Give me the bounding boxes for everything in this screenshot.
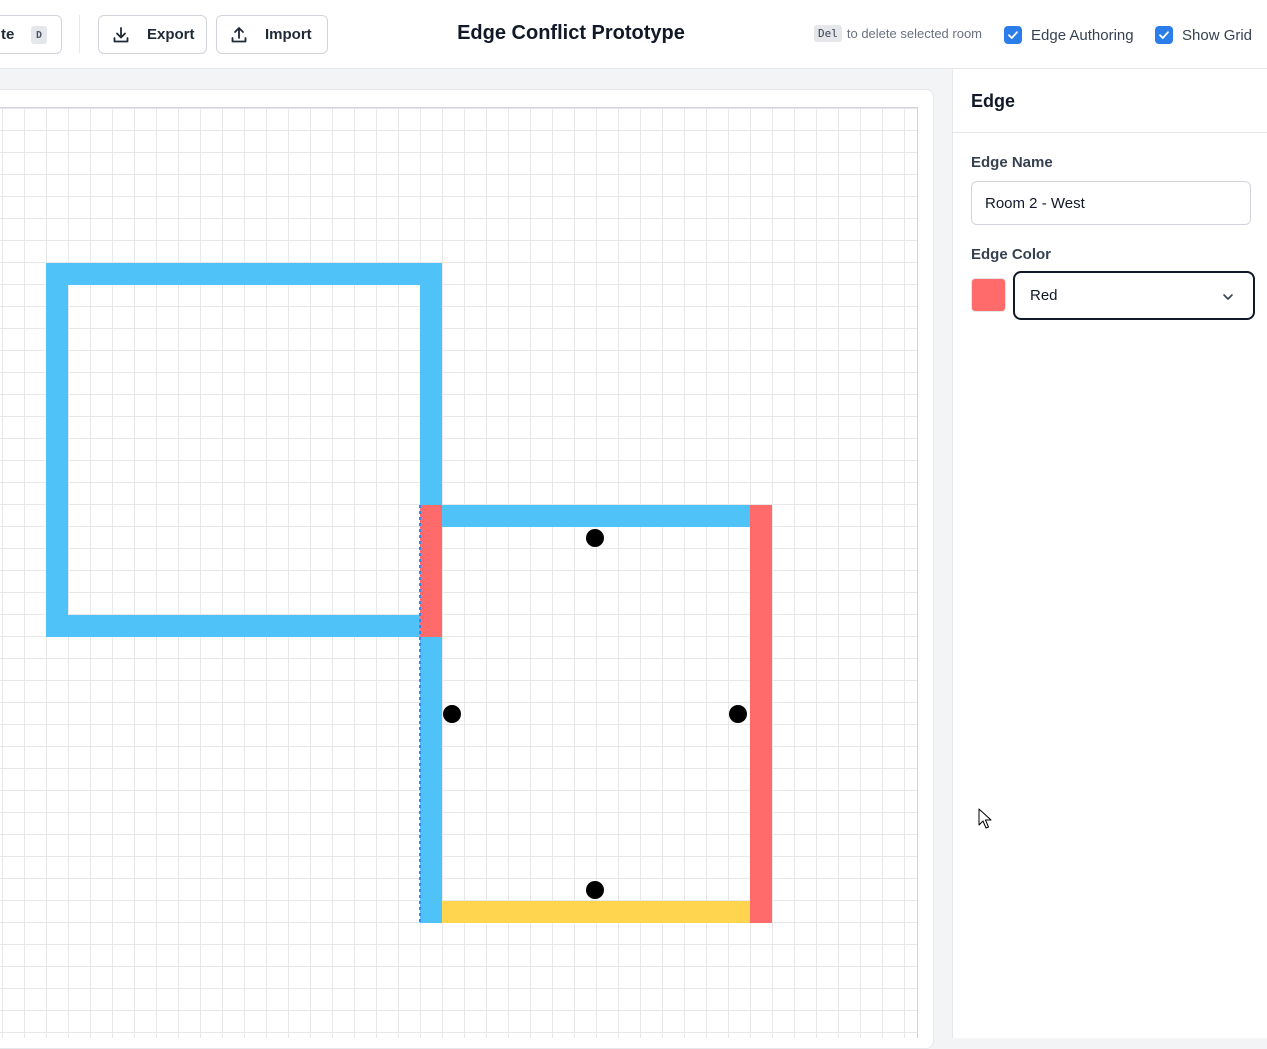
- edge-color-select[interactable]: Red: [1013, 271, 1255, 320]
- edge-authoring-checkbox[interactable]: [1004, 26, 1022, 44]
- show-grid-checkbox[interactable]: [1155, 26, 1173, 44]
- edge-color-select-value: Red: [1030, 287, 1058, 304]
- delete-hint: Del to delete selected room: [814, 25, 982, 42]
- checkmark-icon: [1159, 31, 1169, 39]
- top-toolbar: te D Export Import Edge Conflict Prototy…: [0, 0, 1267, 69]
- floor-plan-drawing[interactable]: [0, 108, 918, 1038]
- edge-name-label: Edge Name: [971, 154, 1053, 171]
- room-1[interactable]: [46, 263, 442, 637]
- show-grid-toggle[interactable]: Show Grid: [1155, 26, 1252, 44]
- room-1-north-edge[interactable]: [46, 263, 442, 285]
- panel-title: Edge: [953, 69, 1267, 133]
- chevron-down-icon: [1223, 294, 1233, 300]
- edge-authoring-label: Edge Authoring: [1031, 26, 1134, 44]
- checkmark-icon: [1008, 31, 1018, 39]
- delete-hint-text: to delete selected room: [846, 26, 983, 41]
- delete-key-badge: Del: [814, 25, 842, 42]
- edge-name-input[interactable]: [971, 181, 1251, 225]
- north-edge-handle[interactable]: [586, 529, 604, 547]
- room-2-south-edge[interactable]: [420, 901, 772, 923]
- south-edge-handle[interactable]: [586, 881, 604, 899]
- east-edge-handle[interactable]: [729, 705, 747, 723]
- edge-authoring-toggle[interactable]: Edge Authoring: [1004, 26, 1134, 44]
- room-2-east-edge[interactable]: [750, 505, 772, 923]
- edge-conflict-segment: [420, 505, 442, 637]
- mouse-pointer-icon: [978, 808, 992, 829]
- room-2[interactable]: [419, 505, 772, 923]
- west-edge-handle[interactable]: [443, 705, 461, 723]
- room-1-south-edge[interactable]: [46, 615, 442, 637]
- floor-plan-canvas[interactable]: [0, 107, 918, 1038]
- show-grid-label: Show Grid: [1182, 26, 1253, 44]
- edge-inspector-panel: Edge Edge Name Edge Color Red: [952, 69, 1267, 1038]
- room-2-north-edge[interactable]: [420, 505, 772, 527]
- edge-color-label: Edge Color: [971, 246, 1052, 263]
- edge-color-swatch: [971, 278, 1006, 312]
- room-1-west-edge[interactable]: [46, 263, 68, 637]
